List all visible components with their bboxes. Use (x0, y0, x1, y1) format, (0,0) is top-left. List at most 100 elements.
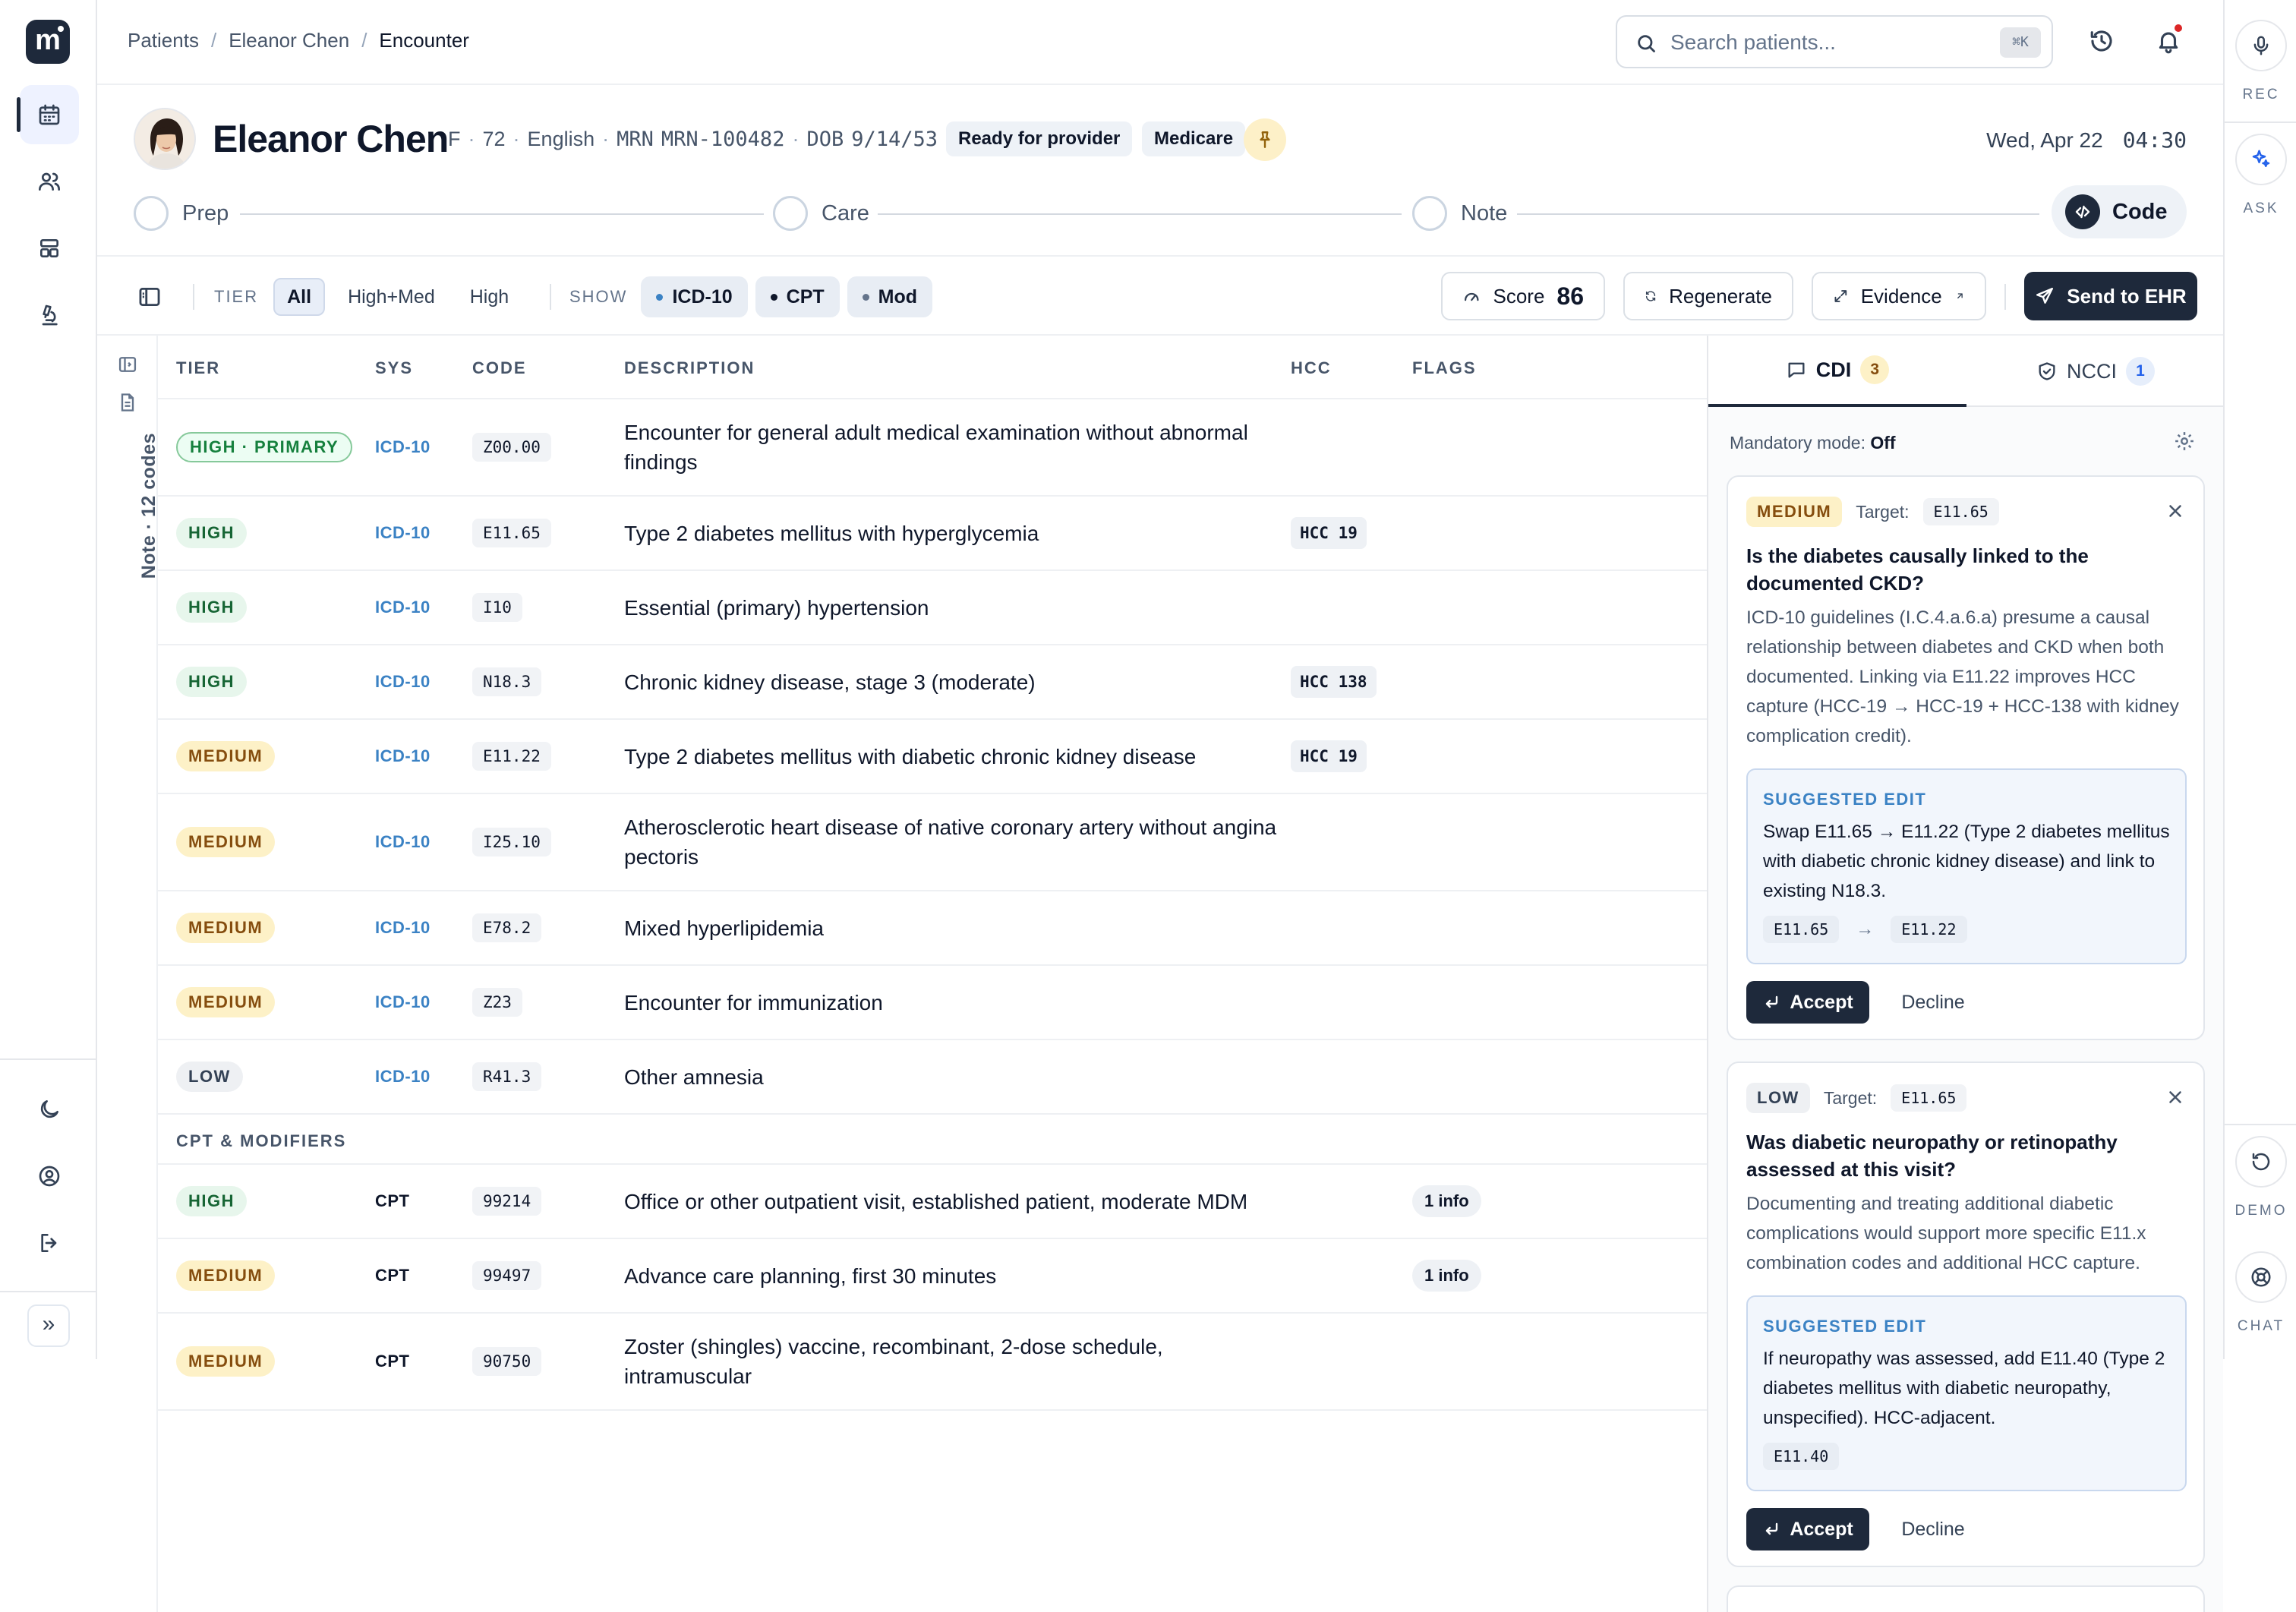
evidence-button[interactable]: Evidence (1812, 272, 1986, 320)
code-value[interactable]: 99214 (472, 1187, 542, 1216)
step-circle (1412, 196, 1447, 231)
column-header-description[interactable]: DESCRIPTION (624, 358, 755, 378)
tab-label: NCCI (2067, 359, 2117, 383)
hcc-badge: HCC 19 (1291, 517, 1367, 549)
code-value[interactable]: E78.2 (472, 913, 542, 942)
demo-button[interactable] (2235, 1136, 2287, 1188)
dismiss-card-button[interactable] (2165, 1087, 2185, 1107)
hcc-cell: HCC 138 (1291, 645, 1377, 718)
score-button[interactable]: Score 86 (1441, 272, 1605, 320)
nav-dashboard-button[interactable] (20, 219, 79, 278)
tier-option-high[interactable]: High (458, 278, 521, 316)
panel-settings-button[interactable] (2173, 430, 2196, 453)
nav-logout-button[interactable] (20, 1213, 79, 1273)
nav-schedule-button[interactable] (17, 85, 79, 144)
code-description: Chronic kidney disease, stage 3 (moderat… (624, 670, 1036, 694)
description-cell: Zoster (shingles) vaccine, recombinant, … (624, 1314, 1277, 1409)
table-row[interactable]: HIGH ICD-10 I10 Essential (primary) hyperte… (158, 571, 1707, 645)
patient-search[interactable]: ⌘K (1616, 15, 2053, 68)
expand-nav-button[interactable]: » (27, 1304, 70, 1347)
nav-patients-button[interactable] (20, 152, 79, 211)
table-row[interactable]: MEDIUM CPT 90750 Zoster (shingles) vaccine,… (158, 1314, 1707, 1411)
regenerate-button[interactable]: Regenerate (1623, 272, 1793, 320)
notifications-button[interactable] (2149, 21, 2188, 61)
column-header-flags[interactable]: FLAGS (1412, 358, 1477, 378)
table-row[interactable]: HIGH CPT 99214 Office or other outpatient v… (158, 1165, 1707, 1239)
show-chip-icd10[interactable]: ICD-10 (641, 276, 748, 317)
app-logo[interactable]: m (26, 20, 70, 64)
code-description: Type 2 diabetes mellitus with diabetic c… (624, 744, 1197, 768)
microphone-icon (2253, 36, 2269, 55)
table-row[interactable]: HIGH · PRIMARY ICD-10 Z00.00 Encounter for … (158, 399, 1707, 497)
column-header-sys[interactable]: SYS (375, 358, 413, 378)
record-button[interactable] (2235, 20, 2287, 71)
dismiss-card-button[interactable] (2165, 501, 2185, 521)
toggle-note-panel-button[interactable] (137, 284, 162, 310)
tier-option-all[interactable]: All (273, 278, 326, 316)
ask-ai-button[interactable] (2235, 134, 2287, 185)
info-flag-badge[interactable]: 1 info (1412, 1260, 1481, 1292)
nav-theme-button[interactable] (20, 1080, 79, 1139)
table-row[interactable]: HIGH ICD-10 E11.65 Type 2 diabetes mellitus… (158, 497, 1707, 571)
code-description: Other amnesia (624, 1065, 764, 1089)
tab-cdi[interactable]: CDI 3 (1708, 336, 1966, 407)
code-value[interactable]: 90750 (472, 1347, 542, 1376)
table-row[interactable]: LOW ICD-10 R41.3 Other amnesia (158, 1040, 1707, 1115)
code-value[interactable]: I25.10 (472, 828, 551, 856)
column-header-hcc[interactable]: HCC (1291, 358, 1332, 378)
show-chip-mod[interactable]: Mod (847, 276, 933, 317)
tab-ncci[interactable]: NCCI 1 (1966, 336, 2225, 407)
lifebuoy-icon (2251, 1267, 2271, 1287)
pin-patient-button[interactable] (1244, 118, 1286, 161)
shield-check-icon (2039, 362, 2055, 380)
table-row[interactable]: MEDIUM ICD-10 E11.22 Type 2 diabetes mellit… (158, 720, 1707, 794)
column-header-tier[interactable]: TIER (176, 358, 220, 378)
chat-support-button[interactable] (2235, 1251, 2287, 1303)
step-code-current[interactable]: Code (2052, 185, 2187, 238)
column-header-code[interactable]: CODE (472, 358, 527, 378)
code-value[interactable]: Z23 (472, 988, 522, 1017)
score-value: 86 (1556, 282, 1584, 310)
table-row[interactable]: MEDIUM ICD-10 Z23 Encounter for immunizatio… (158, 966, 1707, 1040)
code-system: ICD-10 (375, 1067, 430, 1086)
patient-sex: F (448, 128, 461, 150)
code-value[interactable]: E11.22 (472, 742, 551, 771)
description-cell: Encounter for general adult medical exam… (624, 399, 1277, 495)
nav-profile-button[interactable] (20, 1147, 79, 1206)
step-prep[interactable]: Prep (134, 196, 229, 231)
nav-labs-button[interactable] (20, 285, 79, 345)
logo-letter: m (35, 24, 61, 56)
code-cell: E78.2 (472, 891, 542, 964)
step-care[interactable]: Care (773, 196, 869, 231)
code-value[interactable]: 99497 (472, 1261, 542, 1290)
code-value[interactable]: I10 (472, 593, 522, 622)
pin-icon (1260, 131, 1270, 148)
send-to-ehr-button[interactable]: Send to EHR (2024, 272, 2197, 320)
show-chip-cpt[interactable]: CPT (755, 276, 840, 317)
expand-note-button[interactable] (117, 354, 138, 375)
accept-button[interactable]: Accept (1746, 1508, 1869, 1550)
code-system: ICD-10 (375, 918, 430, 937)
table-row[interactable]: HIGH ICD-10 N18.3 Chronic kidney disease, s… (158, 645, 1707, 720)
tier-badge: MEDIUM (176, 913, 276, 943)
sidebar-icon (139, 287, 160, 307)
note-document-button[interactable] (117, 392, 138, 413)
breadcrumb-patients-link[interactable]: Patients (128, 29, 199, 52)
info-flag-badge[interactable]: 1 info (1412, 1185, 1481, 1217)
decline-button[interactable]: Decline (1888, 981, 1979, 1024)
table-row[interactable]: MEDIUM CPT 99497 Advance care planning, fir… (158, 1239, 1707, 1314)
code-value[interactable]: Z00.00 (472, 433, 551, 462)
decline-button[interactable]: Decline (1888, 1508, 1979, 1550)
table-row[interactable]: MEDIUM ICD-10 E78.2 Mixed hyperlipidemia (158, 891, 1707, 966)
search-input[interactable] (1670, 27, 1974, 58)
step-note[interactable]: Note (1412, 196, 1507, 231)
breadcrumb-patient-link[interactable]: Eleanor Chen (229, 29, 349, 52)
code-value[interactable]: N18.3 (472, 667, 542, 696)
code-value[interactable]: R41.3 (472, 1062, 542, 1091)
code-system: ICD-10 (375, 598, 430, 617)
tier-option-high-med[interactable]: High+Med (336, 278, 447, 316)
history-button[interactable] (2082, 21, 2121, 61)
code-value[interactable]: E11.65 (472, 519, 551, 547)
table-row[interactable]: MEDIUM ICD-10 I25.10 Atherosclerotic heart … (158, 794, 1707, 891)
accept-button[interactable]: Accept (1746, 981, 1869, 1024)
